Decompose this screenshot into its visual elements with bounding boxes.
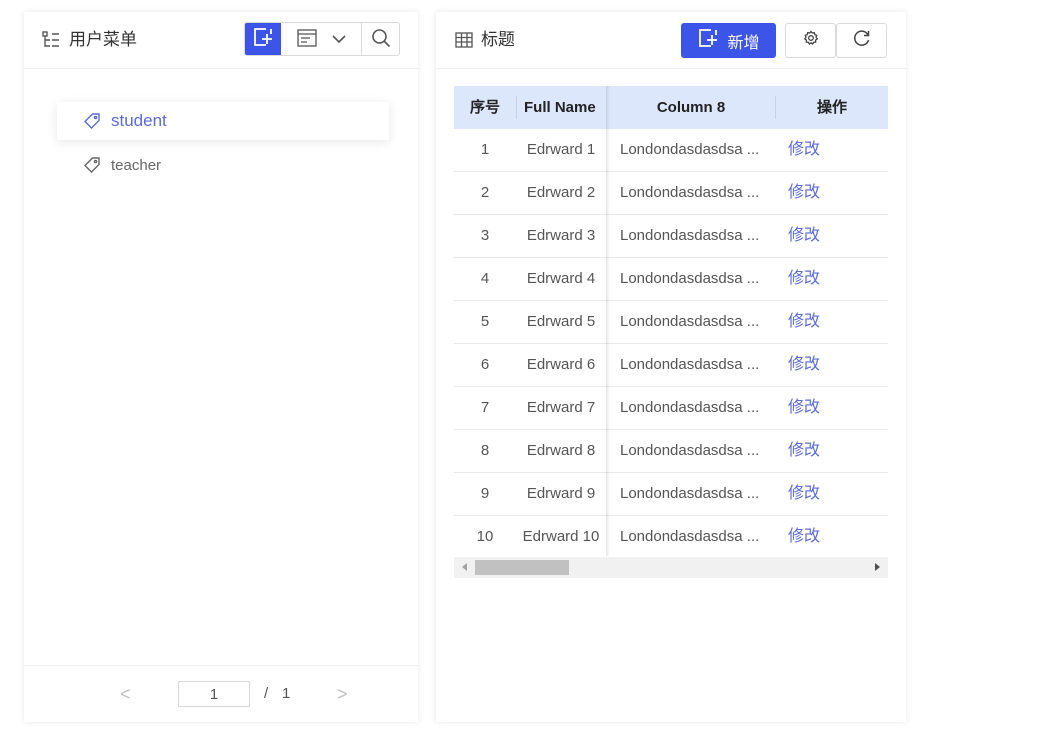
add-button[interactable]: [245, 23, 281, 55]
row-name-cell: Edrward 5: [526, 313, 596, 330]
column-header-index[interactable]: 序号: [454, 86, 516, 129]
row-address-cell: Londondasdasdsa ...: [620, 528, 760, 545]
prev-page-button[interactable]: <: [120, 684, 131, 705]
scroll-left-arrow-icon[interactable]: [462, 563, 467, 571]
add-new-label: 新增: [727, 34, 760, 52]
table-panel: 标题 新增 序号 Full Name Column 8 操作 1 Edrward…: [436, 12, 906, 722]
row-address-cell: Londondasdasdsa ...: [620, 184, 760, 201]
view-dropdown-button[interactable]: [281, 23, 362, 55]
refresh-button[interactable]: [836, 23, 887, 58]
add-square-icon: [697, 27, 719, 54]
row-name-cell: Edrward 8: [526, 442, 596, 459]
tree-item-student[interactable]: student: [57, 102, 389, 140]
horizontal-scrollbar[interactable]: [454, 557, 888, 578]
row-address-cell: Londondasdasdsa ...: [620, 485, 760, 502]
row-index-cell: 1: [480, 141, 490, 158]
edit-link[interactable]: 修改: [788, 258, 848, 300]
row-address-cell: Londondasdasdsa ...: [620, 270, 760, 287]
row-address-cell: Londondasdasdsa ...: [620, 141, 760, 158]
edit-link[interactable]: 修改: [788, 215, 848, 257]
page-separator: /: [264, 685, 269, 702]
edit-link[interactable]: 修改: [788, 129, 848, 171]
settings-button[interactable]: [785, 23, 836, 58]
table-row: 4 Edrward 4 Londondasdasdsa ... 修改: [454, 258, 888, 301]
row-name-cell: Edrward 1: [526, 141, 596, 158]
tree-item-label: teacher: [111, 156, 162, 174]
table-header: 序号 Full Name Column 8 操作: [454, 86, 888, 129]
row-index-cell: 9: [480, 485, 490, 502]
gear-icon: [803, 30, 819, 51]
row-index-cell: 5: [480, 313, 490, 330]
edit-link[interactable]: 修改: [788, 344, 848, 386]
user-menu-header: 用户菜单: [24, 12, 418, 69]
table-row: 5 Edrward 5 Londondasdasdsa ... 修改: [454, 301, 888, 344]
chevron-down-icon: [332, 31, 346, 49]
row-index-cell: 10: [476, 528, 494, 545]
row-index-cell: 4: [480, 270, 490, 287]
row-index-cell: 3: [480, 227, 490, 244]
row-name-cell: Edrward 2: [526, 184, 596, 201]
row-address-cell: Londondasdasdsa ...: [620, 442, 760, 459]
page-number-input[interactable]: [178, 681, 250, 707]
column-header-actions[interactable]: 操作: [776, 86, 888, 129]
edit-link[interactable]: 修改: [788, 516, 848, 556]
row-name-cell: Edrward 9: [526, 485, 596, 502]
row-name-cell: Edrward 6: [526, 356, 596, 373]
table-row: 10 Edrward 10 Londondasdasdsa ... 修改: [454, 516, 888, 556]
data-table: 序号 Full Name Column 8 操作 1 Edrward 1 Londo…: [454, 86, 888, 556]
tag-icon: [83, 156, 101, 174]
row-index-cell: 2: [480, 184, 490, 201]
edit-link[interactable]: 修改: [788, 387, 848, 429]
row-name-cell: Edrward 10: [522, 528, 600, 545]
left-toolbar: [244, 22, 400, 56]
edit-link[interactable]: 修改: [788, 430, 848, 472]
column-divider: [516, 96, 517, 119]
table-row: 2 Edrward 2 Londondasdasdsa ... 修改: [454, 172, 888, 215]
tree-item-label: student: [111, 111, 167, 130]
tag-icon: [83, 112, 101, 130]
total-pages: 1: [282, 685, 291, 702]
table-row: 8 Edrward 8 Londondasdasdsa ... 修改: [454, 430, 888, 473]
edit-link[interactable]: 修改: [788, 172, 848, 214]
edit-link[interactable]: 修改: [788, 301, 848, 343]
column-header-full-name[interactable]: Full Name: [524, 86, 606, 129]
scroll-right-arrow-icon[interactable]: [875, 563, 880, 571]
next-page-button[interactable]: >: [337, 684, 348, 705]
layout-icon: [296, 28, 318, 53]
row-address-cell: Londondasdasdsa ...: [620, 313, 760, 330]
row-index-cell: 7: [480, 399, 490, 416]
tree-icon: [41, 30, 61, 50]
table-row: 3 Edrward 3 Londondasdasdsa ... 修改: [454, 215, 888, 258]
edit-link[interactable]: 修改: [788, 473, 848, 515]
panel-title: 用户菜单: [69, 30, 137, 49]
row-index-cell: 8: [480, 442, 490, 459]
panel-title: 标题: [481, 30, 515, 49]
table-row: 9 Edrward 9 Londondasdasdsa ... 修改: [454, 473, 888, 516]
fixed-column-shadow: [606, 86, 610, 556]
add-square-icon: [252, 26, 274, 53]
table-row: 6 Edrward 6 Londondasdasdsa ... 修改: [454, 344, 888, 387]
table-panel-header: 标题 新增: [436, 12, 906, 69]
row-name-cell: Edrward 4: [526, 270, 596, 287]
row-index-cell: 6: [480, 356, 490, 373]
search-icon: [371, 28, 391, 53]
row-name-cell: Edrward 7: [526, 399, 596, 416]
row-address-cell: Londondasdasdsa ...: [620, 399, 760, 416]
user-menu-panel: 用户菜单 student teacher < 1 / 1 >: [24, 12, 418, 722]
table-row: 7 Edrward 7 Londondasdasdsa ... 修改: [454, 387, 888, 430]
row-name-cell: Edrward 3: [526, 227, 596, 244]
row-address-cell: Londondasdasdsa ...: [620, 356, 760, 373]
pagination: < / 1 >: [24, 665, 418, 722]
row-address-cell: Londondasdasdsa ...: [620, 227, 760, 244]
refresh-icon: [853, 29, 871, 52]
table-icon: [454, 30, 474, 50]
table-row: 1 Edrward 1 Londondasdasdsa ... 修改: [454, 129, 888, 172]
search-button[interactable]: [362, 23, 399, 55]
tree-item-teacher[interactable]: teacher: [57, 146, 389, 184]
column-header-column-8[interactable]: Column 8: [607, 86, 775, 129]
scrollbar-thumb[interactable]: [475, 560, 569, 575]
add-new-button[interactable]: 新增: [681, 23, 776, 58]
